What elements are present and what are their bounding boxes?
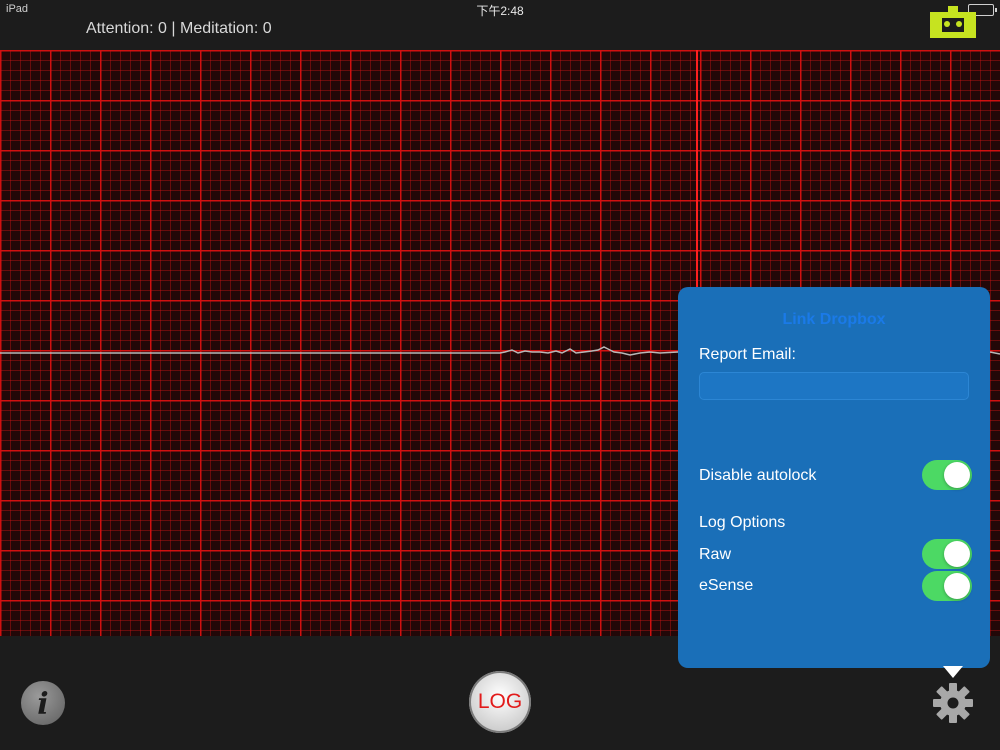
disable-autolock-toggle[interactable] [922, 460, 972, 490]
status-time: 下午2:48 [476, 4, 524, 18]
toggle-knob [944, 541, 970, 567]
report-email-field[interactable] [699, 372, 969, 400]
status-bar: iPad 下午2:48 [0, 0, 1000, 20]
toggle-knob [944, 462, 970, 488]
report-email-label: Report Email: [699, 346, 796, 363]
disable-autolock-label: Disable autolock [699, 467, 817, 484]
esense-label: eSense [699, 577, 754, 594]
link-dropbox-button[interactable]: Link Dropbox [678, 311, 990, 329]
log-label: LOG [477, 690, 523, 713]
popover-arrow [943, 666, 963, 678]
info-button[interactable]: i [21, 681, 65, 725]
log-options-label: Log Options [699, 514, 786, 531]
gear-icon[interactable] [931, 681, 975, 725]
settings-popover: Link Dropbox Report Email: Disable autol… [678, 287, 990, 668]
log-button[interactable]: LOG [469, 671, 531, 733]
esense-toggle[interactable] [922, 571, 972, 601]
raw-label: Raw [699, 546, 732, 563]
info-icon: i [37, 687, 49, 722]
attention-meditation-readout: Attention: 0 | Meditation: 0 [86, 20, 272, 37]
raw-toggle[interactable] [922, 539, 972, 569]
headset-icon[interactable] [930, 4, 976, 38]
toggle-knob [944, 573, 970, 599]
